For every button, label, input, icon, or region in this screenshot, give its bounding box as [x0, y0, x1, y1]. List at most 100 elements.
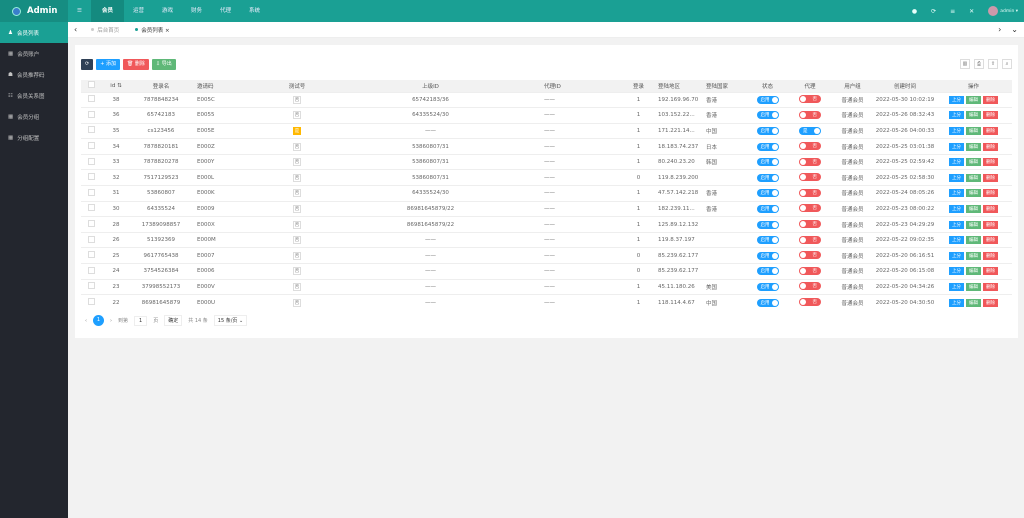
edit-button[interactable]: 编辑	[966, 251, 981, 260]
agent-switch[interactable]: 否	[799, 282, 821, 291]
tab-back-button[interactable]: ‹	[68, 25, 83, 34]
row-checkbox-cell[interactable]	[81, 138, 101, 155]
edit-button[interactable]: 编辑	[966, 189, 981, 198]
nav-item[interactable]: 代理	[211, 0, 240, 22]
test-account-toggle[interactable]: 否	[292, 189, 302, 198]
row-checkbox[interactable]	[87, 298, 95, 306]
column-header[interactable]: id ⇅	[101, 80, 131, 92]
add-points-button[interactable]: 上分	[949, 204, 964, 213]
row-checkbox[interactable]	[87, 110, 95, 118]
row-checkbox[interactable]	[87, 95, 95, 103]
export-icon[interactable]: ⇪	[988, 59, 998, 69]
status-switch[interactable]: 启用	[756, 158, 779, 167]
status-switch[interactable]: 启用	[756, 267, 779, 276]
test-account-toggle[interactable]: 否	[292, 111, 302, 120]
edit-button[interactable]: 编辑	[966, 236, 981, 245]
add-points-button[interactable]: 上分	[949, 298, 964, 307]
edit-button[interactable]: 编辑	[966, 267, 981, 276]
export-button[interactable]: ⇩ 导出	[151, 59, 176, 70]
row-checkbox-cell[interactable]	[81, 200, 101, 217]
agent-switch[interactable]: 否	[799, 95, 821, 104]
row-checkbox-cell[interactable]	[81, 278, 101, 295]
sidebar-item[interactable]: ▦ 会员分组	[0, 106, 68, 127]
agent-switch[interactable]: 否	[799, 266, 821, 275]
add-points-button[interactable]: 上分	[949, 251, 964, 260]
agent-switch[interactable]: 否	[799, 251, 821, 260]
delete-row-button[interactable]: 删除	[983, 142, 998, 151]
test-account-toggle[interactable]: 否	[292, 267, 302, 276]
add-points-button[interactable]: 上分	[949, 282, 964, 291]
test-account-toggle[interactable]: 否	[292, 204, 302, 213]
nav-item[interactable]: 系统	[240, 0, 269, 22]
delete-row-button[interactable]: 删除	[983, 204, 998, 213]
row-checkbox-cell[interactable]	[81, 169, 101, 186]
fullscreen-icon[interactable]: ✕	[969, 8, 974, 15]
delete-row-button[interactable]: 删除	[983, 173, 998, 182]
tab-more-button[interactable]: ⌄	[1005, 25, 1024, 34]
status-switch[interactable]: 启用	[756, 126, 779, 135]
row-checkbox[interactable]	[87, 204, 95, 212]
status-switch[interactable]: 启用	[756, 204, 779, 213]
row-checkbox[interactable]	[87, 142, 95, 150]
test-account-toggle[interactable]: 否	[292, 158, 302, 167]
sidebar-item[interactable]: ♟ 会员列表	[0, 22, 68, 43]
test-account-toggle[interactable]: 否	[292, 251, 302, 260]
nav-item[interactable]: 游戏	[153, 0, 182, 22]
status-switch[interactable]: 启用	[756, 95, 779, 104]
tab-home[interactable]: 后台首页	[83, 26, 127, 34]
edit-button[interactable]: 编辑	[966, 158, 981, 167]
menu-toggle-icon[interactable]: ☰	[68, 0, 91, 22]
row-checkbox-cell[interactable]	[81, 185, 101, 202]
agent-switch[interactable]: 否	[799, 204, 821, 213]
delete-row-button[interactable]: 删除	[983, 111, 998, 120]
row-checkbox-cell[interactable]	[81, 231, 101, 248]
status-switch[interactable]: 启用	[756, 220, 779, 229]
row-checkbox-cell[interactable]	[81, 122, 101, 139]
add-button[interactable]: + 添加	[96, 59, 120, 70]
add-points-button[interactable]: 上分	[949, 126, 964, 135]
status-switch[interactable]: 启用	[756, 142, 779, 151]
page-input[interactable]: 1	[134, 315, 148, 326]
row-checkbox-cell[interactable]	[81, 294, 101, 311]
status-switch[interactable]: 启用	[756, 251, 779, 260]
delete-row-button[interactable]: 删除	[983, 251, 998, 260]
add-points-button[interactable]: 上分	[949, 142, 964, 151]
agent-switch[interactable]: 否	[799, 142, 821, 151]
add-points-button[interactable]: 上分	[949, 267, 964, 276]
user-menu[interactable]: admin ▾	[988, 6, 1018, 16]
row-checkbox[interactable]	[87, 157, 95, 165]
agent-switch[interactable]: 否	[799, 188, 821, 197]
status-switch[interactable]: 启用	[756, 173, 779, 182]
add-points-button[interactable]: 上分	[949, 220, 964, 229]
status-switch[interactable]: 启用	[756, 111, 779, 120]
edit-button[interactable]: 编辑	[966, 282, 981, 291]
delete-button[interactable]: 🗑 删除	[122, 59, 149, 70]
agent-switch[interactable]: 是	[799, 126, 821, 135]
edit-button[interactable]: 编辑	[966, 111, 981, 120]
columns-icon[interactable]: ▥	[960, 59, 970, 69]
agent-switch[interactable]: 否	[799, 220, 821, 229]
test-account-toggle[interactable]: 否	[292, 142, 302, 151]
status-switch[interactable]: 启用	[756, 298, 779, 307]
edit-button[interactable]: 编辑	[966, 298, 981, 307]
add-points-button[interactable]: 上分	[949, 95, 964, 104]
status-switch[interactable]: 启用	[756, 236, 779, 245]
row-checkbox-cell[interactable]	[81, 91, 101, 108]
page-1-button[interactable]: 1	[93, 315, 104, 326]
sidebar-item[interactable]: ☷ 会员关系图	[0, 85, 68, 106]
delete-row-button[interactable]: 删除	[983, 158, 998, 167]
delete-row-button[interactable]: 删除	[983, 126, 998, 135]
delete-row-button[interactable]: 删除	[983, 220, 998, 229]
nav-item[interactable]: 会员	[90, 0, 124, 22]
row-checkbox[interactable]	[87, 282, 95, 290]
edit-button[interactable]: 编辑	[966, 204, 981, 213]
prev-page-button[interactable]: ‹	[85, 318, 87, 324]
delete-row-button[interactable]: 删除	[983, 298, 998, 307]
edit-button[interactable]: 编辑	[966, 126, 981, 135]
add-points-button[interactable]: 上分	[949, 173, 964, 182]
checkbox[interactable]	[87, 81, 95, 89]
row-checkbox-cell[interactable]	[81, 247, 101, 264]
add-points-button[interactable]: 上分	[949, 236, 964, 245]
test-account-toggle[interactable]: 否	[292, 173, 302, 182]
add-points-button[interactable]: 上分	[949, 111, 964, 120]
